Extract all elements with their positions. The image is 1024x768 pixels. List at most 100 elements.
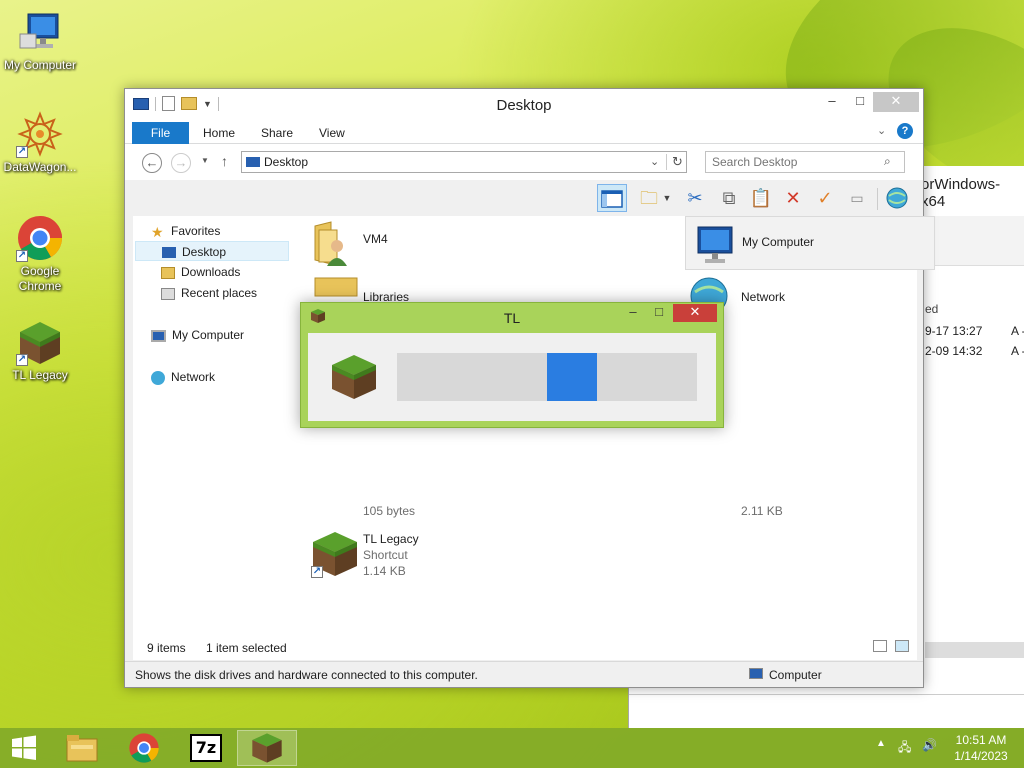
- start-button[interactable]: [0, 730, 48, 766]
- taskbar-tl-legacy[interactable]: [237, 730, 297, 766]
- up-button[interactable]: ↑: [221, 153, 228, 169]
- paste-icon[interactable]: 📋: [747, 184, 775, 212]
- separator: [666, 154, 667, 170]
- recent-places-icon: [161, 287, 175, 300]
- close-button[interactable]: ✕: [873, 92, 919, 112]
- window-title: Desktop: [496, 97, 552, 114]
- close-button[interactable]: ✕: [673, 304, 717, 322]
- taskbar-7zip[interactable]: 7z: [176, 730, 236, 766]
- volume-icon[interactable]: 🔊: [922, 738, 937, 752]
- item-name: My Computer: [742, 235, 815, 249]
- tab-home[interactable]: Home: [191, 122, 247, 144]
- sidebar-item-label: Downloads: [181, 265, 241, 279]
- forward-button[interactable]: →: [171, 153, 191, 173]
- shortcut-arrow-icon: ↗: [16, 354, 28, 366]
- address-bar-row: ← → ▼ ↑ Desktop ⌄ ↻ ⌕: [125, 144, 923, 180]
- clock-time: 10:51 AM: [955, 733, 1007, 747]
- delete-icon[interactable]: ✕: [779, 184, 807, 212]
- cut-icon[interactable]: ✂: [681, 184, 709, 212]
- sidebar-item-recent-places[interactable]: Recent places: [161, 283, 317, 303]
- desktop-icon-datawagon[interactable]: ↗ DataWagon...: [0, 110, 80, 175]
- ribbon-tabs: File Home Share View ⌄ ?: [125, 119, 923, 144]
- search-box[interactable]: ⌕: [705, 151, 905, 173]
- desktop-icon-label: DataWagon...: [3, 160, 77, 174]
- minimize-button[interactable]: –: [817, 92, 847, 112]
- taskbar-chrome[interactable]: [114, 730, 174, 766]
- show-hidden-icons[interactable]: ▲: [876, 738, 886, 749]
- details-view-icon[interactable]: [873, 640, 887, 652]
- network-globe-icon[interactable]: [883, 184, 911, 212]
- recent-locations-icon[interactable]: ▼: [201, 156, 209, 165]
- maximize-button[interactable]: □: [845, 92, 875, 112]
- tab-view[interactable]: View: [307, 122, 357, 144]
- selection-count: 1 item selected: [206, 641, 287, 655]
- maximize-button[interactable]: □: [645, 304, 673, 322]
- taskbar-file-explorer[interactable]: [52, 730, 112, 766]
- desktop-icon-label: My Computer: [3, 58, 77, 72]
- help-icon[interactable]: ?: [897, 123, 913, 139]
- item-name: VM4: [363, 232, 388, 246]
- progress-bar: [397, 353, 697, 401]
- list-item-my-computer[interactable]: My Computer: [685, 216, 935, 270]
- list-item-vm4[interactable]: VM4: [307, 218, 547, 272]
- list-item[interactable]: 9-17 13:27 A -: [925, 324, 1024, 338]
- tab-share[interactable]: Share: [249, 122, 305, 144]
- star-icon: ★: [151, 223, 164, 240]
- sidebar-item-my-computer[interactable]: My Computer: [151, 325, 307, 345]
- start-icon: [12, 735, 36, 760]
- desktop-icon-tl-legacy[interactable]: ↗ TL Legacy: [0, 318, 80, 383]
- list-item[interactable]: 2-09 14:32 A -: [925, 344, 1024, 358]
- sidebar-item-desktop[interactable]: Desktop: [135, 241, 289, 261]
- tab-file[interactable]: File: [132, 122, 189, 144]
- list-item-partial[interactable]: 105 bytes: [307, 500, 547, 522]
- network-tray-icon[interactable]: 🖧: [898, 738, 911, 759]
- sidebar-item-network[interactable]: Network: [151, 367, 307, 387]
- grass-block-icon: [252, 733, 282, 763]
- title-bar[interactable]: ▼ Desktop – □ ✕: [125, 89, 923, 119]
- list-item-partial[interactable]: 2.11 KB: [685, 500, 925, 522]
- sidebar-item-downloads[interactable]: Downloads: [161, 262, 317, 282]
- sidebar-item-favorites[interactable]: ★ Favorites: [151, 221, 307, 241]
- large-icons-view-icon[interactable]: [895, 640, 909, 652]
- computer-icon: [151, 329, 166, 342]
- shortcut-arrow-icon: ↗: [16, 250, 28, 262]
- sidebar-item-label: Network: [171, 370, 216, 384]
- date-modified: 2-09 14:32: [925, 344, 983, 358]
- status-bar: 9 items 1 item selected: [133, 636, 917, 660]
- search-input[interactable]: [712, 153, 882, 171]
- computer-icon: [16, 8, 64, 56]
- address-field[interactable]: Desktop ⌄ ↻: [241, 151, 687, 173]
- desktop-icon-google-chrome[interactable]: ↗ Google Chrome: [0, 214, 80, 294]
- system-clock[interactable]: 10:51 AM 1/14/2023: [948, 732, 1014, 764]
- copy-icon[interactable]: ⧉: [715, 184, 743, 212]
- address-dropdown-icon[interactable]: ⌄: [650, 155, 659, 168]
- tl-progress-dialog[interactable]: TL – □ ✕: [300, 302, 724, 428]
- item-size: 1.14 KB: [363, 564, 406, 578]
- horizontal-scrollbar[interactable]: [925, 642, 1024, 658]
- item-name: Network: [741, 290, 786, 304]
- address-text: Desktop: [264, 155, 309, 169]
- confirm-icon[interactable]: ✓: [811, 184, 839, 212]
- column-header-date-modified[interactable]: ed: [925, 302, 938, 316]
- chrome-icon: ↗: [16, 214, 64, 262]
- preview-pane-icon[interactable]: [597, 184, 627, 212]
- minimize-button[interactable]: –: [619, 304, 647, 322]
- desktop-icon-label: Google Chrome: [18, 264, 62, 293]
- list-item-tl-legacy[interactable]: ↗ TL Legacy Shortcut 1.14 KB: [307, 526, 547, 586]
- desktop-icon-my-computer[interactable]: My Computer: [0, 8, 80, 73]
- rename-icon[interactable]: ▭: [843, 184, 871, 212]
- item-size: 2.11 KB: [741, 504, 783, 518]
- expand-ribbon-icon[interactable]: ⌄: [877, 124, 886, 137]
- info-message: Shows the disk drives and hardware conne…: [135, 668, 478, 682]
- divider: [629, 694, 1024, 695]
- separator: [877, 188, 878, 210]
- command-bar: 🗀 ▼ ✂ ⧉ 📋 ✕ ✓ ▭: [125, 180, 923, 216]
- navigation-pane: ★ Favorites Desktop Downloads Recent plac…: [133, 216, 303, 636]
- chevron-down-icon[interactable]: ▼: [661, 184, 673, 212]
- back-button[interactable]: ←: [142, 153, 162, 173]
- desktop-icon-label: TL Legacy: [12, 368, 68, 382]
- refresh-icon[interactable]: ↻: [672, 154, 683, 170]
- attributes: A -: [1011, 324, 1024, 338]
- folder-options-icon[interactable]: 🗀: [635, 184, 663, 212]
- search-icon[interactable]: ⌕: [884, 154, 891, 169]
